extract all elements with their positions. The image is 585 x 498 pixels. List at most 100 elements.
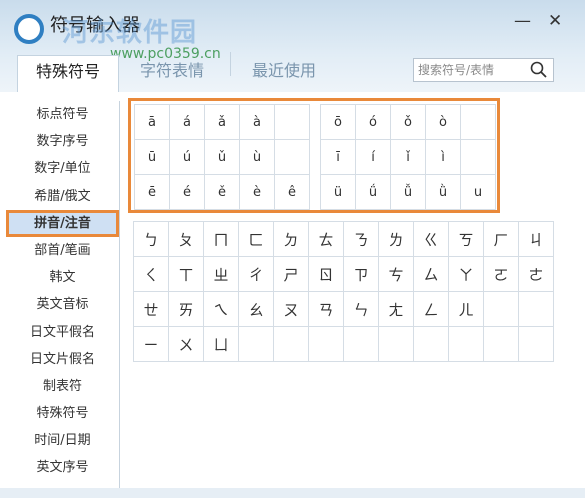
bopomofo-symbol-cell <box>519 327 554 362</box>
tab-emoticons[interactable]: 字符表情 <box>140 55 204 92</box>
pinyin-tone-grid-left: āáǎà ūúǔù ēéěèê <box>134 104 310 210</box>
minimize-button[interactable]: — <box>514 11 531 31</box>
pinyin-symbol-cell[interactable]: ī <box>321 140 356 175</box>
sidebar-item[interactable]: 数字/单位 <box>6 155 119 182</box>
bopomofo-symbol-cell <box>239 327 274 362</box>
pinyin-symbol-cell[interactable]: ê <box>275 175 310 210</box>
pinyin-symbol-cell[interactable]: á <box>170 105 205 140</box>
pinyin-symbol-cell[interactable]: ǔ <box>205 140 240 175</box>
bopomofo-symbol-cell[interactable]: ㄘ <box>379 257 414 292</box>
bopomofo-symbol-cell[interactable]: ㄛ <box>484 257 519 292</box>
bopomofo-symbol-cell[interactable]: ㄞ <box>169 292 204 327</box>
bopomofo-symbol-cell[interactable]: ㄚ <box>449 257 484 292</box>
bopomofo-symbol-cell[interactable]: ㄤ <box>379 292 414 327</box>
bopomofo-symbol-cell[interactable]: ㄔ <box>239 257 274 292</box>
bopomofo-symbol-cell[interactable]: ㄌ <box>379 222 414 257</box>
category-sidebar: 标点符号 数字序号 数字/单位 希腊/俄文 拼音/注音 部首/笔画 韩文 英文音… <box>6 101 120 488</box>
bopomofo-symbol-cell[interactable]: ㄡ <box>274 292 309 327</box>
pinyin-symbol-cell <box>275 105 310 140</box>
sidebar-item[interactable]: 日文平假名 <box>6 319 119 346</box>
bopomofo-symbol-cell[interactable]: ㄝ <box>134 292 169 327</box>
bopomofo-symbol-cell[interactable]: ㄖ <box>309 257 344 292</box>
pinyin-symbol-cell[interactable]: ǐ <box>391 140 426 175</box>
pinyin-symbol-cell[interactable]: ǜ <box>426 175 461 210</box>
bopomofo-symbol-cell[interactable]: ㄦ <box>449 292 484 327</box>
pinyin-symbol-cell[interactable]: ù <box>240 140 275 175</box>
sidebar-item[interactable]: 数字序号 <box>6 128 119 155</box>
bopomofo-symbol-cell[interactable]: ㄏ <box>484 222 519 257</box>
pinyin-symbol-cell <box>461 105 496 140</box>
pinyin-symbol-cell[interactable]: ǎ <box>205 105 240 140</box>
search-input[interactable] <box>414 59 526 81</box>
bopomofo-symbol-cell[interactable]: ㄜ <box>519 257 554 292</box>
bopomofo-symbol-cell[interactable]: ㄧ <box>134 327 169 362</box>
bopomofo-symbol-cell[interactable]: ㄓ <box>204 257 239 292</box>
bopomofo-symbol-cell <box>414 327 449 362</box>
pinyin-symbol-cell[interactable]: ō <box>321 105 356 140</box>
sidebar-item-active[interactable]: 拼音/注音 <box>6 209 119 237</box>
pinyin-symbol-cell[interactable]: ì <box>426 140 461 175</box>
bopomofo-symbol-cell[interactable]: ㄕ <box>274 257 309 292</box>
bopomofo-symbol-cell[interactable]: ㄅ <box>134 222 169 257</box>
bopomofo-symbol-cell[interactable]: ㄗ <box>344 257 379 292</box>
sidebar-item[interactable]: 韩文 <box>6 264 119 291</box>
bopomofo-symbol-cell[interactable]: ㄈ <box>239 222 274 257</box>
pinyin-symbol-cell[interactable]: ó <box>356 105 391 140</box>
bopomofo-symbol-cell[interactable]: ㄋ <box>344 222 379 257</box>
pinyin-symbol-cell[interactable]: ò <box>426 105 461 140</box>
bopomofo-symbol-cell <box>484 327 519 362</box>
sidebar-item[interactable]: 特殊符号 <box>6 400 119 427</box>
bopomofo-symbol-cell[interactable]: ㄙ <box>414 257 449 292</box>
pinyin-symbol-cell[interactable]: ū <box>135 140 170 175</box>
sidebar-item[interactable]: 部首/笔画 <box>6 237 119 264</box>
pinyin-symbol-cell[interactable]: ú <box>170 140 205 175</box>
bopomofo-symbol-cell[interactable]: ㄥ <box>414 292 449 327</box>
tab-divider <box>230 52 231 76</box>
bopomofo-symbol-cell[interactable]: ㄨ <box>169 327 204 362</box>
bopomofo-symbol-cell[interactable]: ㄆ <box>169 222 204 257</box>
bopomofo-symbol-cell[interactable]: ㄒ <box>169 257 204 292</box>
bopomofo-symbol-cell[interactable]: ㄍ <box>414 222 449 257</box>
bottom-border <box>0 488 585 498</box>
sidebar-item[interactable]: 英文音标 <box>6 291 119 318</box>
tab-recent[interactable]: 最近使用 <box>252 55 316 92</box>
bopomofo-symbol-cell[interactable]: ㄠ <box>239 292 274 327</box>
pinyin-symbol-cell[interactable]: è <box>240 175 275 210</box>
bopomofo-symbol-cell[interactable]: ㄑ <box>134 257 169 292</box>
pinyin-symbol-cell[interactable]: ü <box>321 175 356 210</box>
pinyin-symbol-cell[interactable]: í <box>356 140 391 175</box>
pinyin-symbol-cell[interactable]: ě <box>205 175 240 210</box>
pinyin-symbol-cell[interactable]: é <box>170 175 205 210</box>
bopomofo-symbol-cell[interactable]: ㄩ <box>204 327 239 362</box>
bopomofo-symbol-cell <box>449 327 484 362</box>
watermark-logo: 河东软件园 <box>62 18 198 48</box>
pinyin-symbol-cell[interactable]: ǚ <box>391 175 426 210</box>
bopomofo-symbol-cell[interactable]: ㄇ <box>204 222 239 257</box>
sidebar-item[interactable]: 时间/日期 <box>6 427 119 454</box>
bopomofo-grid: ㄅㄆㄇㄈㄉㄊㄋㄌㄍㄎㄏㄐㄑㄒㄓㄔㄕㄖㄗㄘㄙㄚㄛㄜㄝㄞㄟㄠㄡㄢㄣㄤㄥㄦㄧㄨㄩ <box>133 221 554 362</box>
pinyin-symbol-cell[interactable]: u <box>461 175 496 210</box>
search-box[interactable] <box>413 58 554 82</box>
sidebar-item[interactable]: 日文片假名 <box>6 346 119 373</box>
tab-special-symbols[interactable]: 特殊符号 <box>17 55 119 92</box>
bopomofo-symbol-cell[interactable]: ㄉ <box>274 222 309 257</box>
search-icon[interactable] <box>529 60 549 80</box>
pinyin-symbol-cell[interactable]: ǒ <box>391 105 426 140</box>
close-button[interactable]: ✕ <box>548 11 562 31</box>
bopomofo-symbol-cell[interactable]: ㄊ <box>309 222 344 257</box>
bopomofo-symbol-cell[interactable]: ㄣ <box>344 292 379 327</box>
sidebar-item[interactable]: 英文序号 <box>6 454 119 481</box>
bopomofo-symbol-cell <box>309 327 344 362</box>
bopomofo-symbol-cell[interactable]: ㄟ <box>204 292 239 327</box>
bopomofo-symbol-cell[interactable]: ㄢ <box>309 292 344 327</box>
bopomofo-symbol-cell <box>274 327 309 362</box>
sidebar-item[interactable]: 制表符 <box>6 373 119 400</box>
pinyin-symbol-cell[interactable]: à <box>240 105 275 140</box>
bopomofo-symbol-cell[interactable]: ㄎ <box>449 222 484 257</box>
sidebar-item[interactable]: 标点符号 <box>6 101 119 128</box>
pinyin-symbol-cell[interactable]: ā <box>135 105 170 140</box>
bopomofo-symbol-cell[interactable]: ㄐ <box>519 222 554 257</box>
pinyin-symbol-cell[interactable]: ē <box>135 175 170 210</box>
sidebar-item[interactable]: 希腊/俄文 <box>6 183 119 210</box>
pinyin-symbol-cell[interactable]: ǘ <box>356 175 391 210</box>
